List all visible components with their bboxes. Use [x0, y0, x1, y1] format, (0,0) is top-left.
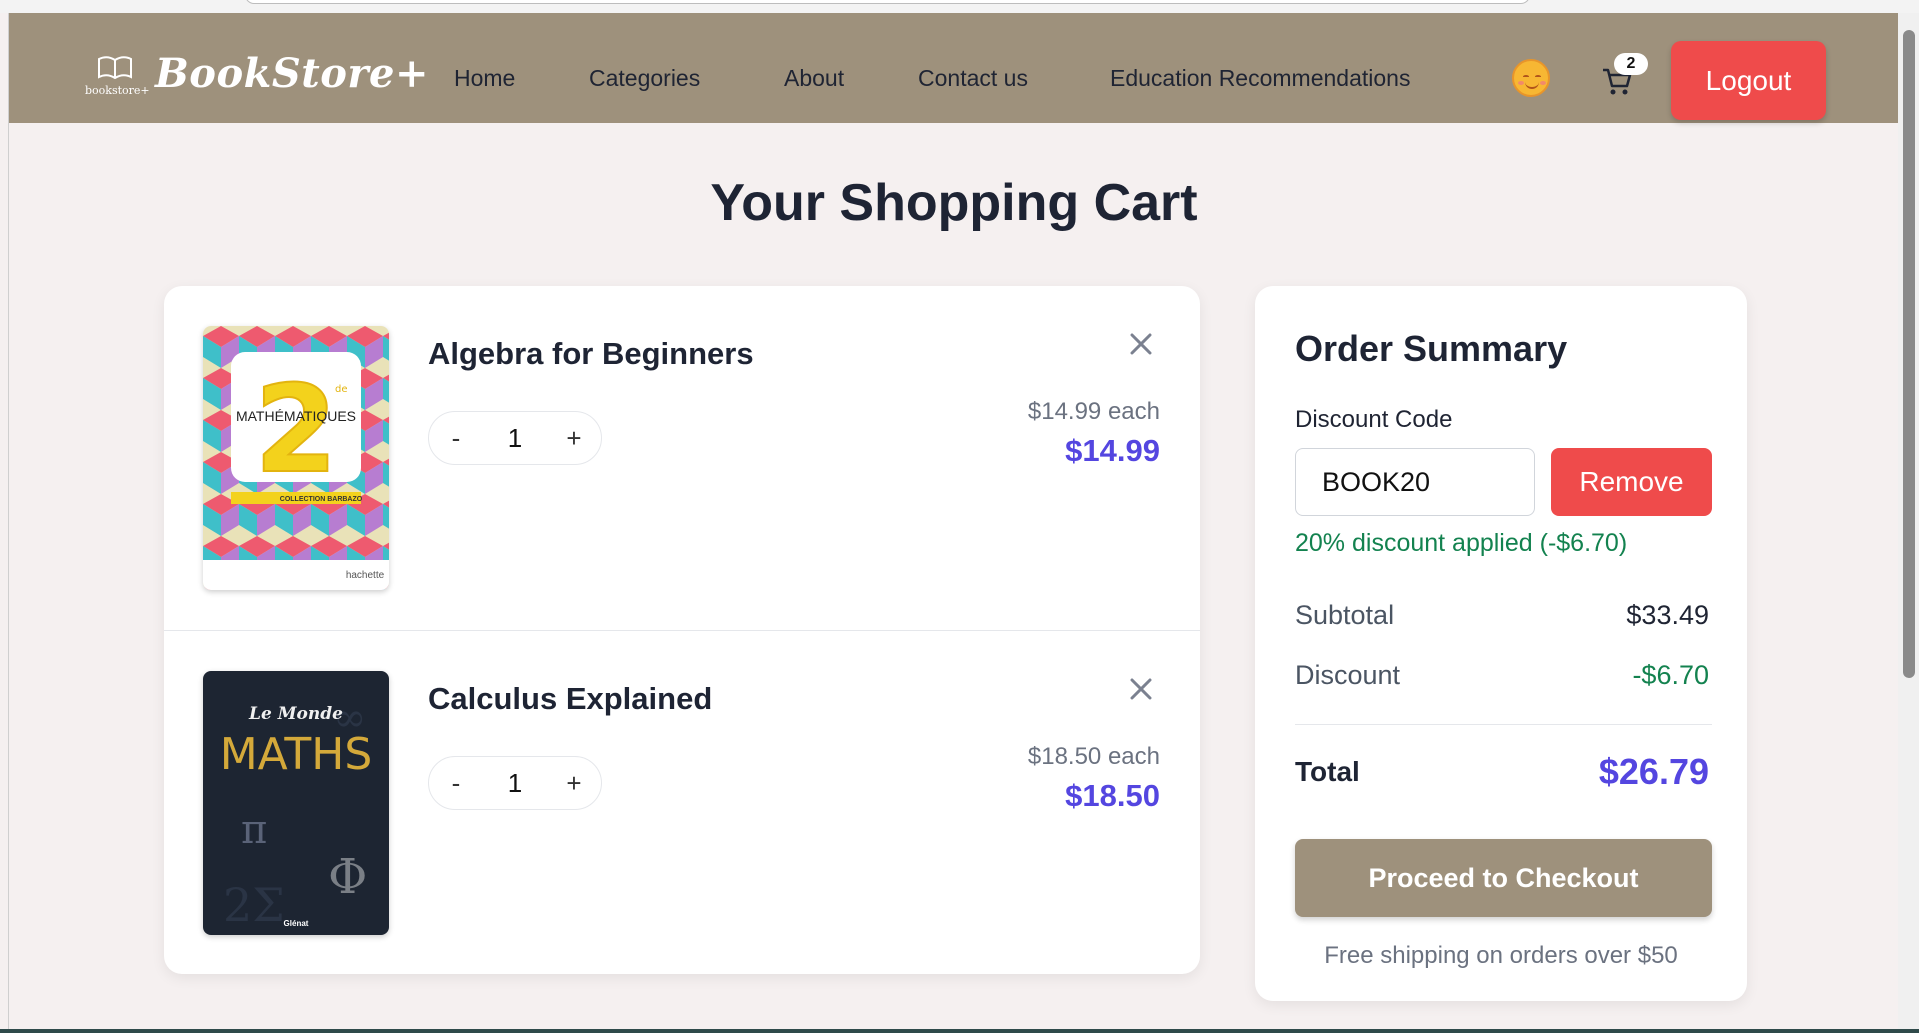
- scrollbar-thumb[interactable]: [1903, 30, 1915, 678]
- nav-link-home[interactable]: Home: [454, 65, 515, 92]
- item-title[interactable]: Algebra for Beginners: [428, 336, 754, 372]
- blush-right: [1540, 81, 1546, 85]
- brand-small-text: bookstore+: [85, 84, 150, 97]
- window-bottom-edge: [0, 1029, 1919, 1033]
- book-cover-image[interactable]: 2Σ ∞ Le Monde MATHS π Φ Glénat: [203, 671, 389, 935]
- remove-discount-button[interactable]: Remove: [1551, 448, 1712, 516]
- page-title: Your Shopping Cart: [710, 174, 1198, 232]
- cart-item: 2 de MATHÉMATIQUES COLLECTION BARBAZO ha…: [164, 286, 1200, 630]
- remove-item-close-icon[interactable]: [1126, 329, 1156, 359]
- address-bar[interactable]: [245, 0, 1530, 4]
- discount-code-label: Discount Code: [1295, 406, 1453, 433]
- cover-publisher: hachette: [346, 570, 385, 581]
- discount-row-value: -$6.70: [1632, 660, 1709, 690]
- quantity-value: 1: [507, 767, 523, 798]
- cover-title: MATHÉMATIQUES: [236, 408, 356, 424]
- cart-count-badge: 2: [1614, 53, 1648, 75]
- navbar: bookstore+ BookStore+ Home Categories Ab…: [9, 13, 1898, 123]
- nav-link-about[interactable]: About: [784, 65, 844, 92]
- order-summary-card: Order Summary Discount Code Remove 20% d…: [1255, 286, 1747, 1001]
- item-title[interactable]: Calculus Explained: [428, 681, 712, 717]
- increment-button[interactable]: +: [547, 768, 601, 799]
- discount-code-input[interactable]: [1295, 448, 1535, 516]
- eye-left: [1523, 75, 1529, 78]
- cover-brand: Le Monde: [248, 704, 343, 724]
- discount-row-label: Discount: [1295, 660, 1401, 690]
- cover-publisher: Glénat: [284, 919, 309, 928]
- cart-items-card: 2 de MATHÉMATIQUES COLLECTION BARBAZO ha…: [164, 286, 1200, 974]
- quantity-stepper: - 1 +: [428, 756, 602, 810]
- cover-title: MATHS: [220, 729, 373, 780]
- brand-logo[interactable]: bookstore+ BookStore+: [85, 49, 429, 97]
- nav-link-contact[interactable]: Contact us: [918, 65, 1028, 92]
- cover-grade-suffix: de: [335, 384, 348, 395]
- proceed-to-checkout-button[interactable]: Proceed to Checkout: [1295, 839, 1712, 917]
- total-value: $26.79: [1598, 751, 1709, 792]
- nav-link-categories[interactable]: Categories: [589, 65, 700, 92]
- quantity-stepper: - 1 +: [428, 411, 602, 465]
- mouth: [1525, 82, 1539, 89]
- decrement-button[interactable]: -: [429, 768, 483, 799]
- blush-left: [1518, 81, 1524, 85]
- subtotal-label: Subtotal: [1295, 600, 1395, 630]
- line-total: $14.99: [1065, 433, 1160, 468]
- book-logo-icon: bookstore+: [85, 53, 151, 97]
- decrement-button[interactable]: -: [429, 423, 483, 454]
- summary-divider: [1295, 724, 1712, 725]
- increment-button[interactable]: +: [547, 423, 601, 454]
- book-cover-image[interactable]: 2 de MATHÉMATIQUES COLLECTION BARBAZO ha…: [203, 326, 389, 590]
- eye-right: [1535, 75, 1541, 78]
- app-window: bookstore+ BookStore+ Home Categories Ab…: [8, 13, 1898, 1033]
- unit-price: $14.99 each: [1027, 398, 1160, 425]
- svg-text:π: π: [241, 807, 267, 853]
- svg-text:Φ: Φ: [328, 849, 367, 905]
- svg-text:2Σ: 2Σ: [223, 878, 285, 932]
- nav-link-education-recommendations[interactable]: Education Recommendations: [1110, 65, 1410, 92]
- browser-top-strip: [0, 0, 1919, 13]
- cover-grade: 2: [254, 361, 338, 500]
- order-summary-title: Order Summary: [1295, 328, 1568, 369]
- cover-collection: COLLECTION BARBAZO: [280, 496, 363, 503]
- unit-price: $18.50 each: [1027, 743, 1160, 770]
- smiling-face-icon[interactable]: [1512, 59, 1550, 97]
- free-shipping-note: Free shipping on orders over $50: [1324, 942, 1678, 969]
- discount-applied-message: 20% discount applied (-$6.70): [1295, 529, 1628, 557]
- line-total: $18.50: [1065, 778, 1160, 813]
- cart-item: 2Σ ∞ Le Monde MATHS π Φ Glénat Calculus …: [164, 630, 1200, 974]
- quantity-value: 1: [507, 422, 523, 453]
- brand-name: BookStore+: [155, 50, 429, 97]
- remove-item-close-icon[interactable]: [1126, 674, 1156, 704]
- subtotal-value: $33.49: [1626, 600, 1709, 630]
- total-label: Total: [1295, 756, 1360, 787]
- logout-button[interactable]: Logout: [1671, 41, 1826, 120]
